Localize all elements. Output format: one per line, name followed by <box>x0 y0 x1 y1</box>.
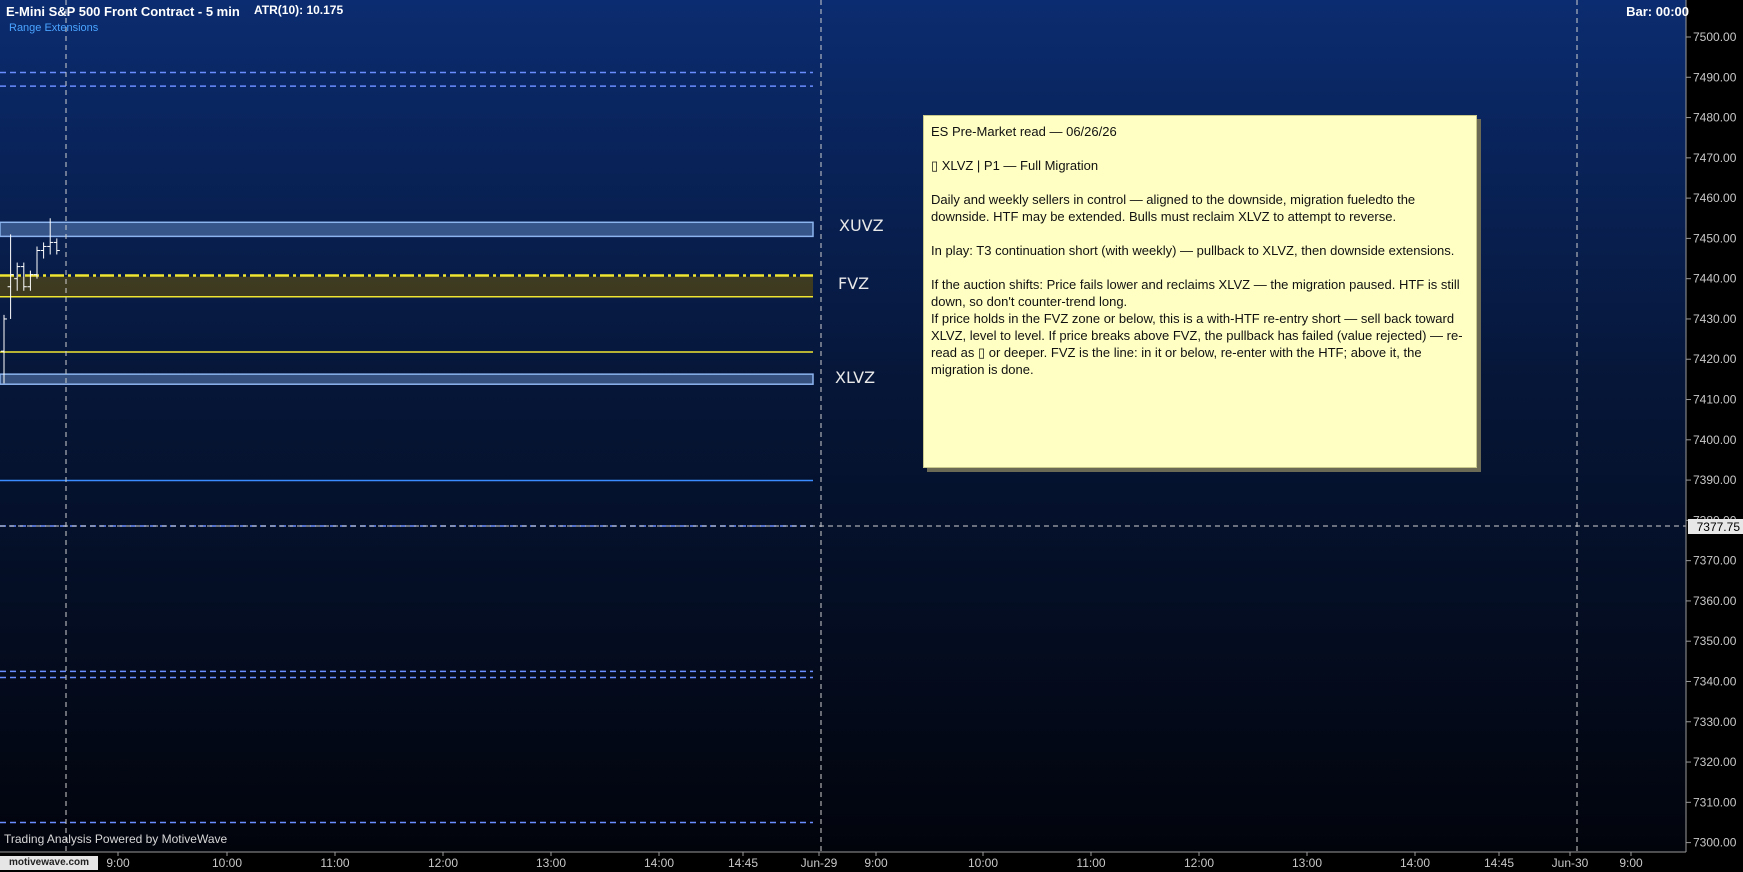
time-tick-label: 13:00 <box>1292 856 1322 870</box>
price-tick-label: 7350.00 <box>1693 634 1737 648</box>
zone-band-xuvz <box>0 221 814 238</box>
price-tick-label: 7430.00 <box>1693 312 1737 326</box>
time-tick-label: 14:00 <box>1400 856 1430 870</box>
zone-band-fvz <box>0 276 813 297</box>
price-tick-label: 7360.00 <box>1693 594 1737 608</box>
time-tick-label: 10:00 <box>968 856 998 870</box>
price-tick-label: 7480.00 <box>1693 111 1737 125</box>
time-tick-label: 11:00 <box>1076 856 1105 870</box>
zone-label-xuvz: XUVZ <box>839 216 884 235</box>
time-tick-label: Jun-30 <box>1552 856 1589 870</box>
price-tick-label: 7420.00 <box>1693 352 1737 366</box>
bar-timer: Bar: 00:00 <box>1626 4 1689 19</box>
price-ticks: 7500.00 7490.00 7480.00 7470.00 7460.00 7450.… <box>1686 30 1737 850</box>
time-tick-label: 9:00 <box>106 856 130 870</box>
motivewave-logo: motivewave.com <box>0 856 98 870</box>
price-tick-label: 7400.00 <box>1693 433 1737 447</box>
chart-canvas[interactable]: 7500.00 7490.00 7480.00 7470.00 7460.00 7450.… <box>0 0 1743 872</box>
price-tick-label: 7440.00 <box>1693 272 1737 286</box>
note-paragraph-3: If the auction shifts: Price fails lower… <box>931 277 1460 309</box>
time-tick-label: Jun-29 <box>801 856 838 870</box>
time-tick-label: 13:00 <box>536 856 566 870</box>
current-price-label: 7377.75 <box>1697 520 1741 534</box>
sticky-note[interactable]: ES Pre-Market read — 06/26/26 ▯ XLVZ | P… <box>923 115 1477 468</box>
zone-band-xlvz <box>0 373 814 385</box>
price-tick-label: 7490.00 <box>1693 70 1737 84</box>
price-axis[interactable]: 7500.00 7490.00 7480.00 7470.00 7460.00 7450.… <box>1685 0 1743 872</box>
time-tick-label: 11:00 <box>320 856 349 870</box>
time-tick-label: 9:00 <box>1619 856 1643 870</box>
time-axis[interactable]: 9:00 10:00 11:00 12:00 13:00 14:00 14:45 Jun-29… <box>0 851 1686 872</box>
atr-readout: ATR(10): 10.175 <box>254 3 344 17</box>
price-tick-label: 7320.00 <box>1693 755 1737 769</box>
price-tick-label: 7300.00 <box>1693 836 1737 850</box>
price-tick-label: 7470.00 <box>1693 151 1737 165</box>
note-paragraph-4: If price holds in the FVZ zone or below,… <box>931 311 1463 377</box>
note-paragraph-2: In play: T3 continuation short (with wee… <box>931 243 1455 258</box>
note-setup: ▯ XLVZ | P1 — Full Migration <box>931 158 1099 173</box>
price-tick-label: 7330.00 <box>1693 715 1737 729</box>
time-tick-label: 14:45 <box>728 856 758 870</box>
time-tick-label: 14:00 <box>644 856 674 870</box>
chart-title[interactable]: E-Mini S&P 500 Front Contract - 5 min <box>6 4 240 19</box>
price-tick-label: 7370.00 <box>1693 554 1737 568</box>
note-paragraph-1: Daily and weekly sellers in control — al… <box>931 192 1416 224</box>
time-tick-label: 12:00 <box>428 856 458 870</box>
time-axis-panel <box>0 852 1686 872</box>
time-tick-label: 14:45 <box>1484 856 1514 870</box>
credit-text: Trading Analysis Powered by MotiveWave <box>4 832 228 846</box>
indicator-label[interactable]: Range Extensions <box>9 22 98 34</box>
zone-label-fvz: FVZ <box>838 274 870 293</box>
price-tick-label: 7390.00 <box>1693 473 1737 487</box>
note-heading: ES Pre-Market read — 06/26/26 <box>931 124 1117 139</box>
price-tick-label: 7460.00 <box>1693 191 1737 205</box>
price-tick-label: 7410.00 <box>1693 393 1737 407</box>
zone-label-xlvz: XLVZ <box>835 368 876 387</box>
time-tick-label: 12:00 <box>1184 856 1214 870</box>
price-tick-label: 7500.00 <box>1693 30 1737 44</box>
time-tick-label: 10:00 <box>212 856 242 870</box>
price-tick-label: 7340.00 <box>1693 674 1737 688</box>
time-tick-label: 9:00 <box>864 856 888 870</box>
price-tick-label: 7450.00 <box>1693 231 1737 245</box>
price-tick-label: 7310.00 <box>1693 795 1737 809</box>
